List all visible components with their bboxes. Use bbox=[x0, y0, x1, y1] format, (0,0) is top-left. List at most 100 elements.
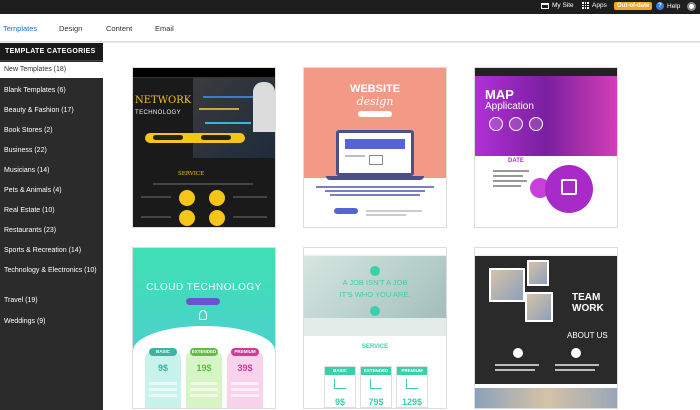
map-subtitle: Application bbox=[485, 101, 534, 112]
apps-label: Apps bbox=[592, 2, 607, 9]
service-circle bbox=[209, 190, 225, 206]
template-card-map-app[interactable]: MAP Application DATE bbox=[475, 68, 617, 227]
laptop-illustration bbox=[336, 130, 414, 176]
laptop-base bbox=[326, 176, 424, 180]
template-nav bbox=[475, 248, 617, 256]
user-menu[interactable] bbox=[687, 2, 696, 11]
template-card-team-work[interactable]: TEAM WORK ABOUT US bbox=[475, 248, 617, 408]
job-headline-2: IT'S WHO YOU ARE. bbox=[339, 290, 411, 299]
main-nav: Templates Design Content Email bbox=[0, 14, 700, 42]
desk-shape bbox=[304, 318, 446, 336]
pricing-tier-extended: EXTENDED 19$ bbox=[186, 348, 222, 408]
team-photo bbox=[527, 260, 549, 286]
tier-name: BASIC bbox=[149, 348, 177, 356]
team-photo bbox=[489, 268, 525, 302]
team-section-title: ABOUT US bbox=[567, 331, 608, 340]
category-sports-recreation[interactable]: Sports & Recreation (14) bbox=[4, 246, 100, 255]
category-business[interactable]: Business (22) bbox=[4, 146, 100, 155]
job-section-title: SERVICE bbox=[361, 344, 389, 350]
apps-link[interactable]: Apps bbox=[582, 2, 607, 9]
team-title: TEAM WORK bbox=[572, 292, 604, 314]
team-title-line-2: WORK bbox=[572, 303, 604, 314]
template-card-network[interactable]: NETWORK TECHNOLOGY SERVICE bbox=[133, 68, 275, 227]
decor-dot bbox=[370, 306, 380, 316]
tier-name: PREMIUM bbox=[397, 367, 427, 375]
category-musicians[interactable]: Musicians (14) bbox=[4, 166, 100, 175]
category-restaurants[interactable]: Restaurants (23) bbox=[4, 226, 100, 235]
category-blank-templates[interactable]: Blank Templates (6) bbox=[4, 86, 100, 95]
cart-icon bbox=[529, 117, 543, 131]
template-nav bbox=[304, 248, 446, 256]
help-label: Help bbox=[667, 2, 681, 10]
cta-button bbox=[334, 208, 358, 214]
template-card-job[interactable]: A JOB ISN'T A JOB IT'S WHO YOU ARE. SERV… bbox=[304, 248, 446, 408]
my-site-label: My Site bbox=[552, 2, 574, 9]
map-section-title: DATE bbox=[508, 158, 524, 164]
photo-strip bbox=[475, 388, 617, 408]
line-chart-icon bbox=[406, 379, 418, 389]
tab-email[interactable]: Email bbox=[155, 24, 174, 33]
template-nav bbox=[475, 68, 617, 76]
team-title-line-1: TEAM bbox=[572, 292, 601, 303]
category-technology-electronics[interactable]: Technology & Electronics (10) bbox=[4, 266, 100, 275]
help-link[interactable]: ? Help bbox=[656, 2, 680, 10]
category-weddings[interactable]: Weddings (9) bbox=[4, 317, 100, 326]
category-sidebar: TEMPLATE CATEGORIES New Templates (18) B… bbox=[0, 43, 103, 410]
category-pets-animals[interactable]: Pets & Animals (4) bbox=[4, 186, 100, 195]
tier-name: EXTENDED bbox=[361, 367, 391, 375]
tier-name: EXTENDED bbox=[190, 348, 218, 356]
service-circle bbox=[179, 190, 195, 206]
bar-chart-icon bbox=[334, 379, 346, 389]
trend-chart-icon bbox=[370, 379, 382, 389]
team-photo bbox=[525, 292, 553, 322]
template-gallery: NETWORK TECHNOLOGY SERVICE WEBSITE desig… bbox=[103, 43, 700, 410]
template-card-cloud-technology[interactable]: CLOUD TECHNOLOGY BASIC 9$ EXTENDED 19$ P… bbox=[133, 248, 275, 408]
hero-button bbox=[186, 298, 220, 305]
tier-price: 79$ bbox=[368, 397, 384, 407]
tier-price: 9$ bbox=[157, 363, 168, 373]
status-badge: Out-of-date bbox=[614, 2, 653, 10]
category-book-stores[interactable]: Book Stores (2) bbox=[4, 126, 100, 135]
tier-price: 39$ bbox=[237, 363, 253, 373]
tab-templates[interactable]: Templates bbox=[3, 24, 37, 33]
top-bar: My Site Apps Out-of-date ? Help bbox=[0, 0, 700, 14]
tab-design[interactable]: Design bbox=[59, 24, 82, 33]
network-title: NETWORK bbox=[135, 95, 192, 106]
technician-figure bbox=[253, 82, 275, 132]
tier-price: 9$ bbox=[334, 397, 345, 407]
network-subtitle: TECHNOLOGY bbox=[135, 110, 182, 116]
my-site-link[interactable]: My Site bbox=[541, 2, 574, 9]
cloud-title: CLOUD TECHNOLOGY bbox=[146, 282, 262, 293]
feature-icon bbox=[513, 348, 523, 358]
category-new-templates[interactable]: New Templates (18) bbox=[0, 62, 103, 78]
pricing-tier-premium: PREMIUM 129$ bbox=[396, 366, 428, 408]
rocket-icon bbox=[199, 310, 207, 320]
job-headline-1: A JOB ISN'T A JOB bbox=[342, 278, 408, 287]
service-circle bbox=[209, 210, 225, 226]
tier-price: 19$ bbox=[196, 363, 212, 373]
template-card-website-design[interactable]: WEBSITE design bbox=[304, 68, 446, 227]
pricing-tier-basic: BASIC 9$ bbox=[324, 366, 356, 408]
calendar-icon bbox=[561, 179, 577, 195]
website-title: WEBSITE bbox=[349, 83, 401, 95]
website-subtitle: design bbox=[356, 95, 394, 108]
tab-content[interactable]: Content bbox=[106, 24, 132, 33]
avatar-icon bbox=[687, 2, 696, 11]
contact-bar bbox=[145, 133, 245, 143]
out-of-date-badge[interactable]: Out-of-date bbox=[614, 2, 653, 10]
template-nav bbox=[133, 68, 275, 78]
map-title: MAP bbox=[485, 87, 514, 102]
monitor-icon bbox=[541, 2, 549, 9]
sidebar-header: TEMPLATE CATEGORIES bbox=[0, 43, 103, 61]
help-icon: ? bbox=[656, 2, 664, 10]
pin-icon bbox=[489, 117, 503, 131]
category-real-estate[interactable]: Real Estate (10) bbox=[4, 206, 100, 215]
category-travel[interactable]: Travel (19) bbox=[4, 296, 100, 305]
tier-price: 129$ bbox=[401, 397, 423, 407]
decor-dot bbox=[370, 266, 380, 276]
service-circle bbox=[179, 210, 195, 226]
tier-name: BASIC bbox=[325, 367, 355, 375]
pricing-tier-premium: PREMIUM 39$ bbox=[227, 348, 263, 408]
pricing-tier-extended: EXTENDED 79$ bbox=[360, 366, 392, 408]
category-beauty-fashion[interactable]: Beauty & Fashion (17) bbox=[4, 106, 100, 115]
